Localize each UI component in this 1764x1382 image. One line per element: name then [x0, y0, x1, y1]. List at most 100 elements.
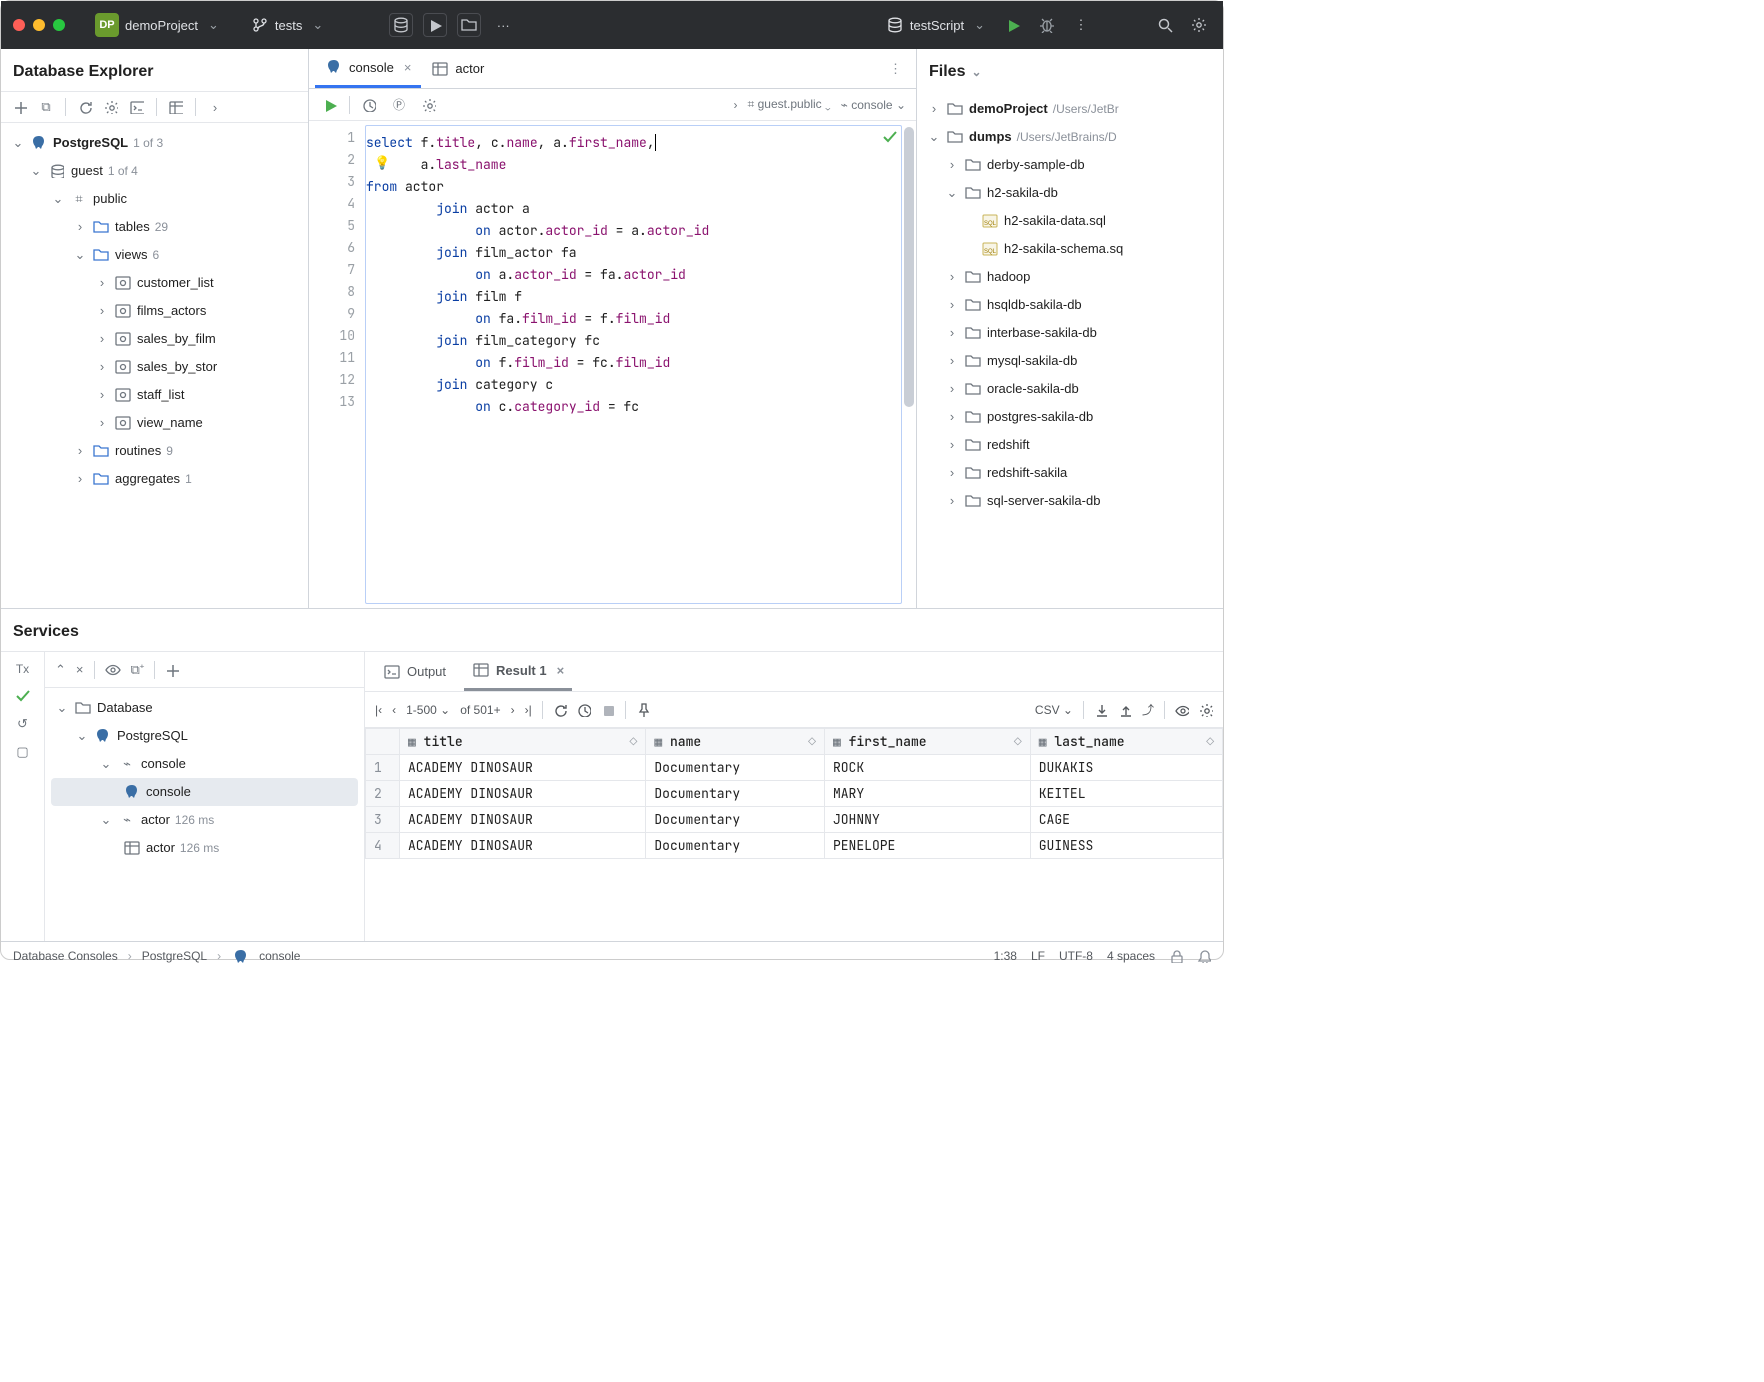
cell[interactable]: CAGE	[1030, 807, 1222, 833]
run-anything-button[interactable]	[423, 13, 447, 37]
jump-to-console-button[interactable]	[126, 96, 148, 118]
open-file-button[interactable]	[457, 13, 481, 37]
cell[interactable]: PENELOPE	[824, 833, 1030, 859]
expand-button[interactable]: ›	[204, 96, 226, 118]
vcs-branch-selector[interactable]: tests ⌄	[245, 16, 329, 34]
tree-node-console-item[interactable]: console	[51, 778, 358, 806]
tree-node-public[interactable]: ⌄⌗ public	[7, 185, 304, 213]
table-row[interactable]: 3ACADEMY DINOSAURDocumentaryJOHNNYCAGE	[366, 807, 1223, 833]
tree-node-file[interactable]: ›sql-server-sakila-db	[923, 487, 1223, 515]
close-button[interactable]: ×	[76, 662, 84, 677]
tree-node-file[interactable]: ›interbase-sakila-db	[923, 319, 1223, 347]
schema-selector[interactable]: ⌗ guest.public ⌄	[748, 97, 831, 112]
download-button[interactable]	[1094, 703, 1108, 717]
tree-node-database[interactable]: ⌄ Database	[51, 694, 358, 722]
tree-node-views[interactable]: ⌄ views 6	[7, 241, 304, 269]
history-button[interactable]	[577, 703, 591, 717]
tree-node-postgres[interactable]: ⌄ PostgreSQL	[51, 722, 358, 750]
close-icon[interactable]: ×	[404, 60, 412, 75]
result-grid[interactable]: ▦ title◇▦ name◇▦ first_name◇▦ last_name◇…	[365, 728, 1223, 941]
window-close-button[interactable]	[13, 19, 25, 31]
table-view-button[interactable]	[165, 96, 187, 118]
commit-button[interactable]	[15, 688, 31, 704]
code-editor[interactable]: 12345678910111213 💡 select f.title, c.na…	[309, 121, 916, 608]
tree-node-view[interactable]: ›customer_list	[7, 269, 304, 297]
column-header[interactable]: ▦ last_name◇	[1030, 729, 1222, 755]
import-button[interactable]: ⤴	[1142, 701, 1154, 718]
first-page-button[interactable]: |‹	[375, 703, 382, 717]
reload-button[interactable]	[553, 703, 567, 717]
stop-button[interactable]	[601, 703, 615, 717]
explain-plan-button[interactable]: Ⓟ	[388, 94, 410, 116]
prev-page-button[interactable]: ‹	[392, 703, 396, 717]
tree-node-console-session[interactable]: ⌄⌁ console	[51, 750, 358, 778]
rollback-button[interactable]: ↺	[17, 716, 28, 732]
tree-node-view[interactable]: ›staff_list	[7, 381, 304, 409]
readonly-icon[interactable]	[1169, 949, 1183, 963]
upload-button[interactable]	[1118, 703, 1132, 717]
tree-node-routines[interactable]: › routines 9	[7, 437, 304, 465]
history-button[interactable]	[358, 94, 380, 116]
tree-node-file[interactable]: ›hadoop	[923, 263, 1223, 291]
settings-button[interactable]	[1199, 703, 1213, 717]
encoding[interactable]: UTF-8	[1059, 949, 1093, 963]
layout-button[interactable]: ▢	[16, 744, 28, 760]
tree-node-file[interactable]: ›postgres-sakila-db	[923, 403, 1223, 431]
cell[interactable]: Documentary	[646, 781, 825, 807]
database-tool-button[interactable]	[389, 13, 413, 37]
duplicate-button[interactable]: ⧉	[35, 96, 57, 118]
tree-node-view[interactable]: ›films_actors	[7, 297, 304, 325]
execute-button[interactable]	[319, 94, 341, 116]
tab-console[interactable]: console ×	[315, 49, 421, 88]
breadcrumb-item[interactable]: Database Consoles	[13, 949, 118, 963]
window-minimize-button[interactable]	[33, 19, 45, 31]
cell[interactable]: MARY	[824, 781, 1030, 807]
run-config-selector[interactable]: testScript ⌄	[880, 16, 991, 34]
tree-node-view[interactable]: ›view_name	[7, 409, 304, 437]
column-header[interactable]: ▦ first_name◇	[824, 729, 1030, 755]
more-vertical-button[interactable]: ⋮	[1069, 13, 1093, 37]
cell[interactable]: ACADEMY DINOSAUR	[400, 781, 646, 807]
tree-node-guest[interactable]: ⌄ guest 1 of 4	[7, 157, 304, 185]
export-format-selector[interactable]: CSV ⌄	[1035, 703, 1073, 717]
tree-node-view[interactable]: ›sales_by_stor	[7, 353, 304, 381]
new-session-button[interactable]: ⧉⁺	[131, 662, 145, 678]
add-datasource-button[interactable]	[9, 96, 31, 118]
tree-node-file[interactable]: h2-sakila-data.sql	[923, 207, 1223, 235]
tree-node-actor-item[interactable]: actor 126 ms	[51, 834, 358, 862]
tree-node-file[interactable]: ›hsqldb-sakila-db	[923, 291, 1223, 319]
cell[interactable]: ACADEMY DINOSAUR	[400, 755, 646, 781]
project-selector[interactable]: DP demoProject ⌄	[89, 13, 225, 37]
tab-output[interactable]: Output	[375, 652, 454, 691]
tree-node-file[interactable]: ›redshift-sakila	[923, 459, 1223, 487]
preview-button[interactable]	[1175, 703, 1189, 717]
tree-node-file[interactable]: h2-sakila-schema.sq	[923, 235, 1223, 263]
close-icon[interactable]: ×	[557, 663, 565, 678]
settings-button[interactable]	[1187, 13, 1211, 37]
cell[interactable]: GUINESS	[1030, 833, 1222, 859]
settings-button[interactable]	[418, 94, 440, 116]
toggle-visibility-button[interactable]	[105, 662, 121, 678]
next-page-button[interactable]: ›	[511, 703, 515, 717]
run-button[interactable]	[1001, 13, 1025, 37]
more-actions-button[interactable]: ···	[491, 13, 515, 37]
scrollbar[interactable]	[904, 127, 914, 407]
files-panel-title[interactable]: Files⌄	[917, 49, 1223, 91]
column-header[interactable]: ▦ name◇	[646, 729, 825, 755]
debug-button[interactable]	[1035, 13, 1059, 37]
tree-node-view[interactable]: ›sales_by_film	[7, 325, 304, 353]
cell[interactable]: ACADEMY DINOSAUR	[400, 833, 646, 859]
tree-node-tables[interactable]: › tables 29	[7, 213, 304, 241]
cell[interactable]: KEITEL	[1030, 781, 1222, 807]
cell[interactable]: ROCK	[824, 755, 1030, 781]
bulb-icon[interactable]: 💡	[374, 154, 390, 171]
tree-node-file[interactable]: ⌄h2-sakila-db	[923, 179, 1223, 207]
cell[interactable]: ACADEMY DINOSAUR	[400, 807, 646, 833]
cell[interactable]: Documentary	[646, 755, 825, 781]
tree-node-file[interactable]: ›mysql-sakila-db	[923, 347, 1223, 375]
cell[interactable]: Documentary	[646, 833, 825, 859]
pin-button[interactable]	[636, 703, 650, 717]
tree-node-project-root[interactable]: › demoProject /Users/JetBr	[923, 95, 1223, 123]
tree-node-dumps[interactable]: ⌄ dumps /Users/JetBrains/D	[923, 123, 1223, 151]
page-range[interactable]: 1-500 ⌄	[406, 703, 450, 717]
